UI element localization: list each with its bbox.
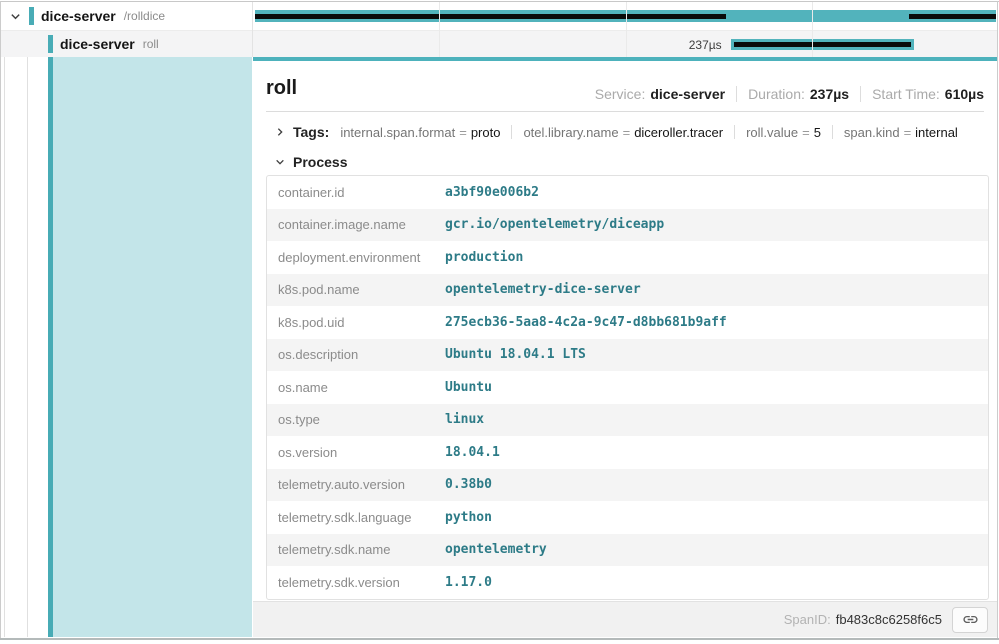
tag-item: otel.library.name=diceroller.tracer <box>523 125 723 140</box>
span-detail-panel: roll Service: dice-server Duration: 237µ… <box>253 57 997 637</box>
window-border-left <box>0 1 1 640</box>
span-row-rolldice[interactable]: dice-server /rolldice <box>1 2 997 30</box>
span-stats: Service: dice-server Duration: 237µs Sta… <box>595 86 984 102</box>
window-border-bottom <box>0 638 999 640</box>
chevron-right-icon[interactable] <box>273 125 287 139</box>
stat-divider <box>860 86 861 102</box>
tags-summary: internal.span.format=proto otel.library.… <box>340 125 958 140</box>
span-bar-overlay <box>734 42 911 47</box>
table-row: telemetry.sdk.version1.17.0 <box>267 566 988 599</box>
tag-divider <box>832 125 833 139</box>
start-time-label: Start Time: <box>872 86 940 102</box>
spanid-label: SpanID: <box>784 612 831 627</box>
span-name-cell[interactable]: dice-server /rolldice <box>1 2 252 30</box>
window-border-right <box>997 1 998 640</box>
timeline-gridline <box>626 2 627 57</box>
span-bar-overlay <box>255 14 726 19</box>
span-operation-title: roll <box>266 77 297 100</box>
span-duration-label: 237µs <box>689 38 722 52</box>
service-name: dice-server <box>41 8 116 24</box>
table-row: container.image.namegcr.io/opentelemetry… <box>267 209 988 242</box>
timeline-cell[interactable]: 237µs <box>253 31 997 57</box>
link-icon <box>962 611 979 628</box>
service-value: dice-server <box>650 86 725 102</box>
operation-name: roll <box>143 37 159 51</box>
span-name-cell[interactable]: dice-server roll <box>1 31 252 57</box>
table-row: os.descriptionUbuntu 18.04.1 LTS <box>267 339 988 372</box>
name-timeline-divider[interactable] <box>252 2 253 57</box>
span-color-chip <box>29 7 34 25</box>
span-row-roll-selected[interactable]: dice-server roll 237µs <box>1 30 997 57</box>
table-row: os.version18.04.1 <box>267 436 988 469</box>
spanid-value: fb483c8c6258f6c5 <box>836 612 942 627</box>
table-row: telemetry.auto.version0.38b0 <box>267 469 988 502</box>
detail-accent-border <box>253 57 997 61</box>
header-divider <box>266 111 984 112</box>
tree-indent-guide <box>27 57 28 637</box>
table-row: telemetry.sdk.nameopentelemetry <box>267 534 988 567</box>
process-section-header[interactable]: Process <box>266 151 347 173</box>
process-kv-table: container.ida3bf90e006b2 container.image… <box>266 175 989 600</box>
duration-label: Duration: <box>748 86 805 102</box>
tag-divider <box>734 125 735 139</box>
timeline-gridline <box>812 2 813 57</box>
operation-name: /rolldice <box>124 9 165 23</box>
timeline-gridline <box>439 2 440 57</box>
table-row: k8s.pod.nameopentelemetry-dice-server <box>267 274 988 307</box>
table-row: os.typelinux <box>267 404 988 437</box>
span-bar-roll[interactable] <box>731 39 914 50</box>
table-row: deployment.environmentproduction <box>267 241 988 274</box>
jaeger-span-detail-view: dice-server /rolldice dice-server roll 2… <box>0 0 999 644</box>
process-label: Process <box>293 154 347 170</box>
tag-item: internal.span.format=proto <box>340 125 500 140</box>
tag-item: roll.value=5 <box>746 125 821 140</box>
span-color-chip <box>48 35 53 53</box>
timeline-cell[interactable] <box>253 2 997 30</box>
service-name: dice-server <box>60 36 135 52</box>
chevron-down-icon[interactable] <box>273 155 287 169</box>
table-row: container.ida3bf90e006b2 <box>267 176 988 209</box>
copy-link-button[interactable] <box>952 607 988 633</box>
stat-divider <box>736 86 737 102</box>
tags-label: Tags: <box>293 124 329 140</box>
table-row: k8s.pod.uid275ecb36-5aa8-4c2a-9c47-d8bb6… <box>267 306 988 339</box>
tree-indent-guide <box>4 57 5 637</box>
span-detail-footer: SpanID: fb483c8c6258f6c5 <box>253 601 997 637</box>
tag-divider <box>511 125 512 139</box>
service-label: Service: <box>595 86 646 102</box>
span-bar-overlay <box>909 14 996 19</box>
duration-value: 237µs <box>810 86 849 102</box>
start-time-value: 610µs <box>945 86 984 102</box>
table-row: telemetry.sdk.languagepython <box>267 501 988 534</box>
selected-span-highlight <box>53 57 252 637</box>
table-row: os.nameUbuntu <box>267 371 988 404</box>
tag-item: span.kind=internal <box>844 125 958 140</box>
tags-section-header[interactable]: Tags: internal.span.format=proto otel.li… <box>266 119 958 145</box>
chevron-down-icon[interactable] <box>8 9 22 23</box>
